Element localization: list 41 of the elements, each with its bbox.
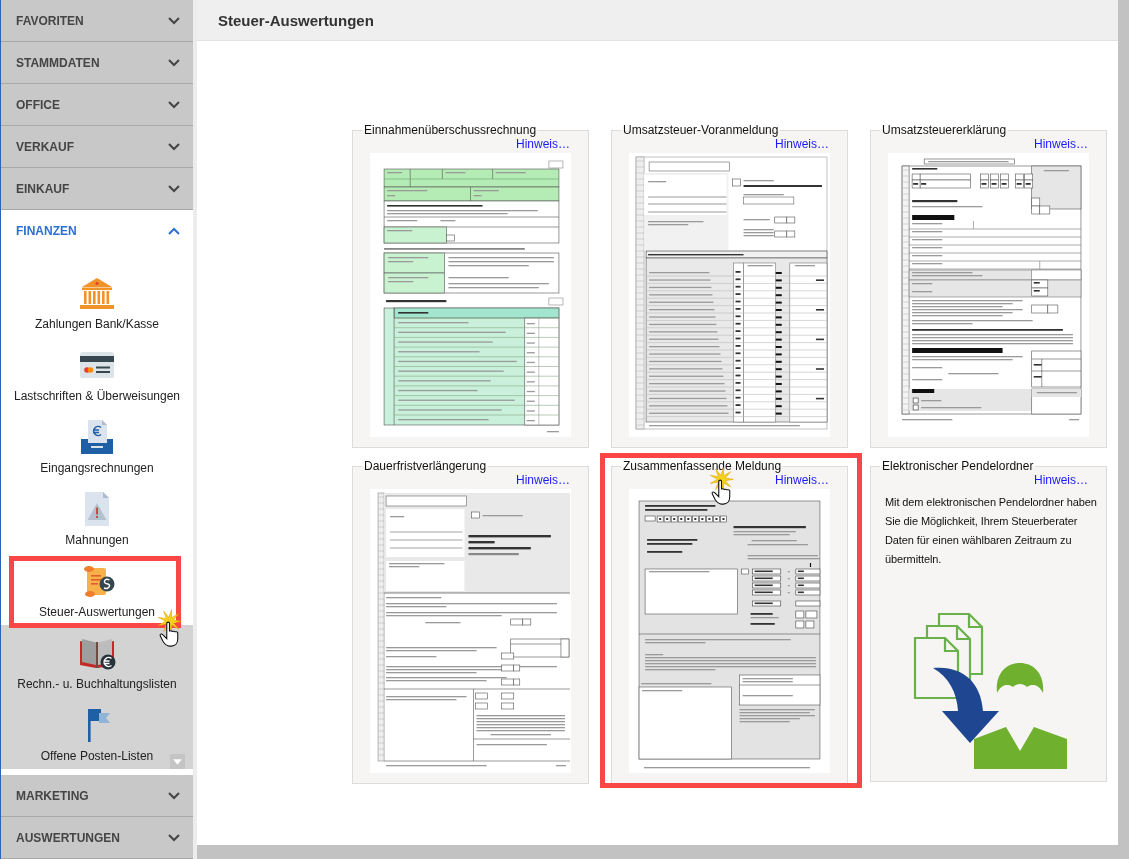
chevron-down-icon bbox=[168, 184, 180, 193]
chevron-down-icon bbox=[168, 833, 180, 842]
hint-link[interactable]: Hinweis… bbox=[1034, 473, 1088, 487]
section-header[interactable]: MARKETING bbox=[1, 775, 193, 817]
section-header[interactable]: OFFICE bbox=[1, 84, 193, 126]
card-title: Umsatzsteuer-Voranmeldung bbox=[622, 123, 780, 137]
chevron-down-icon bbox=[168, 791, 180, 800]
hint-link[interactable]: Hinweis… bbox=[775, 137, 829, 151]
form-preview-drawing[interactable] bbox=[888, 153, 1089, 437]
caret-down-icon bbox=[173, 758, 182, 765]
nav-item[interactable]: Offene Posten-Listen bbox=[1, 697, 193, 769]
chevron-up-icon bbox=[168, 227, 180, 235]
chevron-down-icon bbox=[168, 16, 180, 25]
form-preview-drawing[interactable] bbox=[370, 489, 571, 773]
section-header[interactable]: EINKAUF bbox=[1, 168, 193, 210]
section-header[interactable]: STAMMDATEN bbox=[1, 42, 193, 84]
hint-link[interactable]: Hinweis… bbox=[1034, 137, 1088, 151]
form-preview-drawing[interactable] bbox=[370, 153, 571, 437]
bank-icon bbox=[77, 275, 117, 311]
hint-link[interactable]: Hinweis… bbox=[516, 473, 570, 487]
chevron-down-icon bbox=[168, 142, 180, 151]
card-title: Umsatzsteuererklärung bbox=[881, 123, 1008, 137]
curved-arrow-icon bbox=[932, 667, 999, 743]
section-header[interactable]: VERKAUF bbox=[1, 126, 193, 168]
card-title: Zusammenfassende Meldung bbox=[622, 459, 783, 473]
hint-link[interactable]: Hinweis… bbox=[775, 473, 829, 487]
form-preview-drawing[interactable] bbox=[629, 153, 830, 437]
page-title: Steuer-Auswertungen bbox=[218, 11, 374, 29]
card-title: Elektronischer Pendelordner bbox=[881, 459, 1035, 473]
hint-link[interactable]: Hinweis… bbox=[516, 137, 570, 151]
scroll-down-button[interactable] bbox=[170, 754, 185, 769]
section-header[interactable]: AUSWERTUNGEN bbox=[1, 817, 193, 859]
form-preview-drawing[interactable] bbox=[629, 489, 830, 773]
card-title: Einnahmenüberschussrechnung bbox=[363, 123, 538, 137]
section-header[interactable]: FAVORITEN bbox=[1, 0, 193, 42]
nav-item[interactable]: Rechn.- u. Buchhaltungslisten bbox=[1, 625, 193, 697]
chevron-down-icon bbox=[168, 100, 180, 109]
description-text: Mit dem elektronischen Pendelordner haben Sie die Möglichkeit, Ihrem Steuerberater Daten für einen wählbaren Zeitraum zu übermitteln. bbox=[885, 495, 1098, 567]
card-title: Dauerfristverlängerung bbox=[363, 459, 488, 473]
person-silhouette-icon bbox=[973, 663, 1067, 769]
chevron-down-icon bbox=[168, 58, 180, 67]
